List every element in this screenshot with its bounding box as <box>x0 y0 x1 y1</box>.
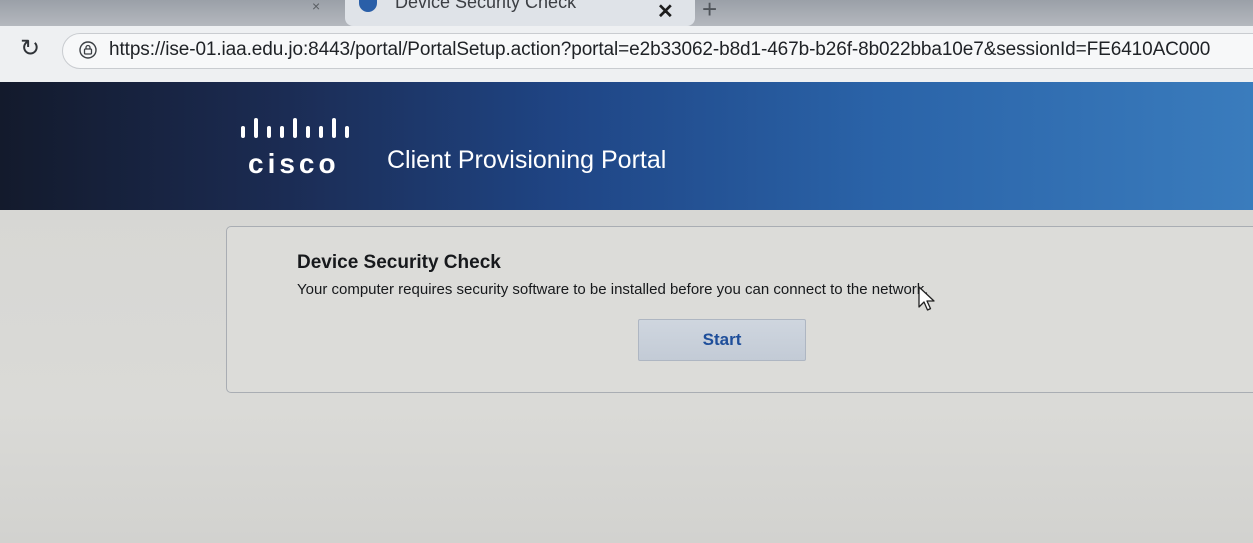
address-bar[interactable]: https://ise-01.iaa.edu.jo:8443/portal/Po… <box>62 33 1253 69</box>
tab-close-icon[interactable]: ✕ <box>657 2 674 22</box>
panel-message: Your computer requires security software… <box>297 281 929 298</box>
url-text[interactable]: https://ise-01.iaa.edu.jo:8443/portal/Po… <box>109 39 1210 61</box>
cisco-wordmark: cisco <box>248 148 340 179</box>
cisco-logo-icon <box>241 118 349 138</box>
portal-header: cisco Client Provisioning Portal <box>0 82 1253 210</box>
page-body: Device Security Check Your computer requ… <box>0 210 1253 543</box>
lock-icon[interactable] <box>79 41 97 59</box>
security-check-panel: Device Security Check Your computer requ… <box>226 226 1253 393</box>
browser-toolbar: ↻ https://ise-01.iaa.edu.jo:8443/portal/… <box>0 26 1253 82</box>
tab-title: Device Security Check <box>395 0 577 12</box>
cisco-logo: cisco <box>233 104 363 184</box>
tab-device-security-check[interactable]: Device Security Check ✕ <box>345 0 695 26</box>
portal-title: Client Provisioning Portal <box>387 146 667 174</box>
favicon-icon <box>359 0 377 12</box>
mouse-pointer-icon <box>918 286 935 311</box>
reload-icon[interactable]: ↻ <box>20 37 40 61</box>
panel-heading: Device Security Check <box>297 252 501 273</box>
browser-window: × Device Security Check ✕ + ↻ https://is… <box>0 0 1253 543</box>
plus-icon[interactable]: + <box>702 0 717 22</box>
tab-strip: × Device Security Check ✕ + <box>0 0 1253 26</box>
start-button[interactable]: Start <box>638 319 806 361</box>
previous-tab-close-icon[interactable]: × <box>312 0 320 13</box>
